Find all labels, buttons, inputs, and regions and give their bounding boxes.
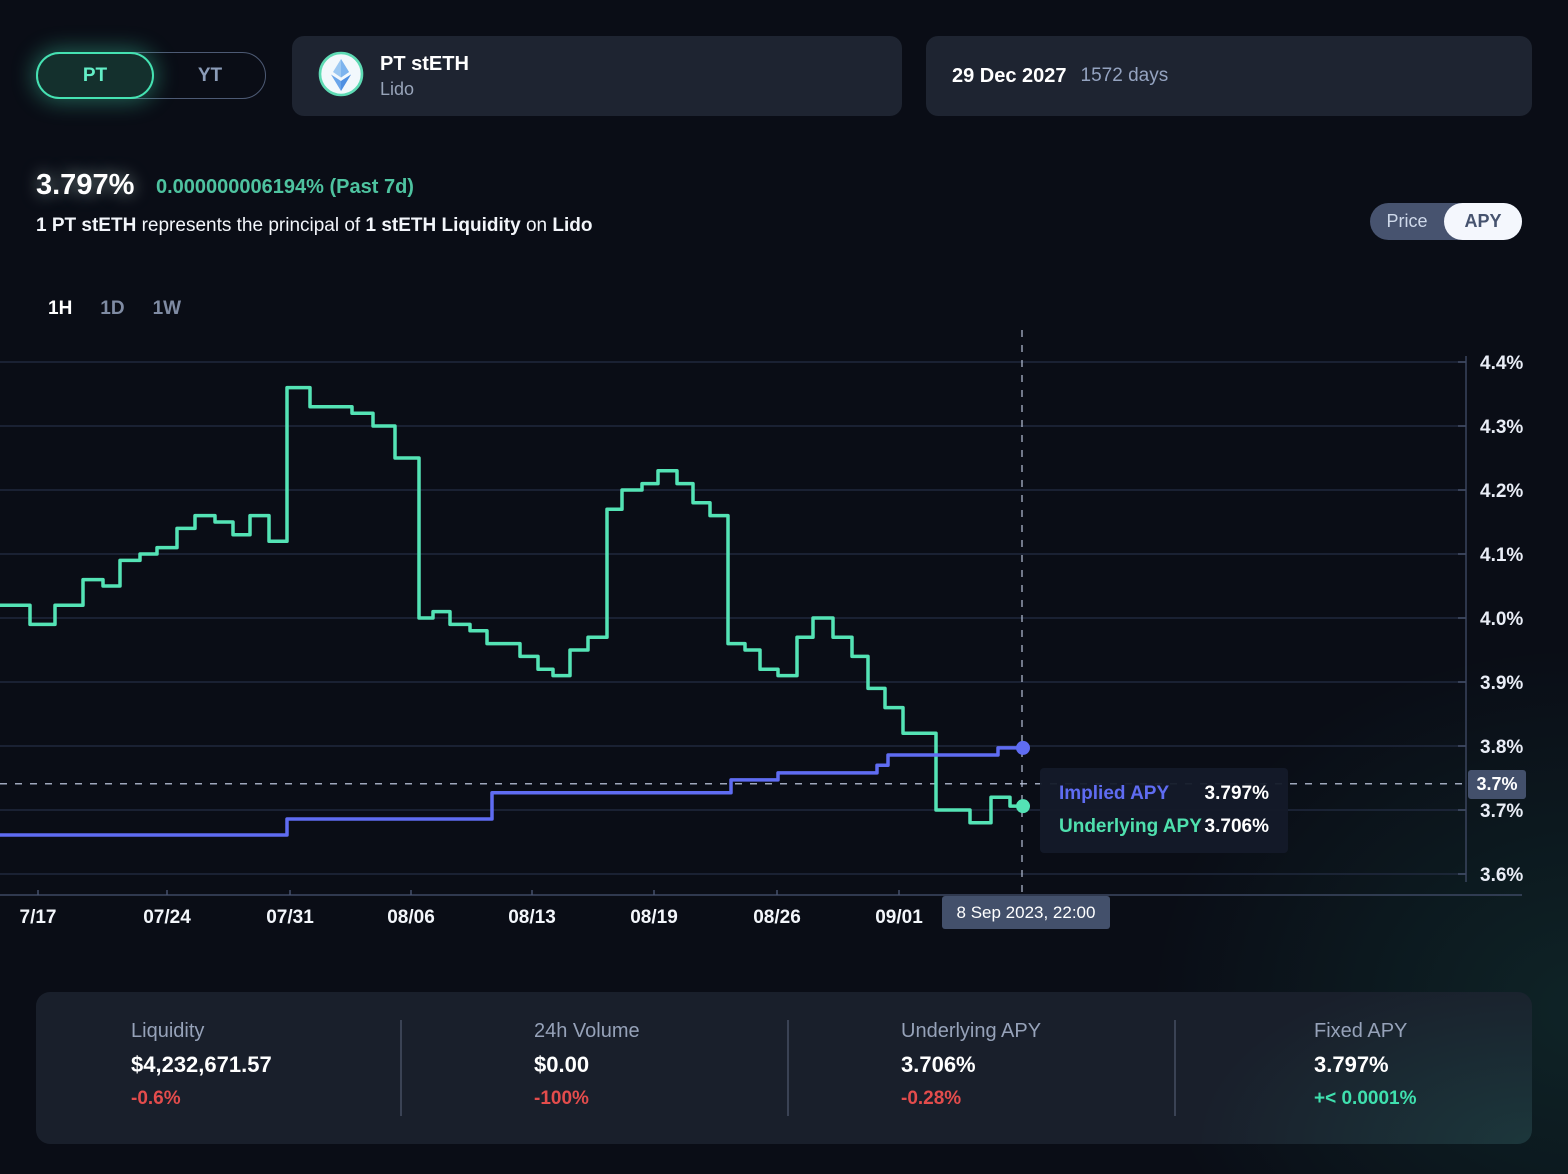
svg-text:08/13: 08/13 [508,907,556,928]
token-name: PT stETH [380,53,469,76]
tooltip-underlying-value: 3.706% [1205,816,1269,838]
stat-delta: +< 0.0001% [1314,1088,1416,1110]
svg-text:07/24: 07/24 [143,907,191,928]
tooltip-implied-label: Implied APY [1059,783,1169,805]
maturity-date: 29 Dec 2027 [952,65,1067,88]
stat-label: 24h Volume [534,1020,640,1043]
stat-underlying-apy: Underlying APY 3.706% -0.28% [901,1020,1041,1110]
tooltip-row-implied: Implied APY 3.797% [1059,783,1269,805]
maturity-selector-card[interactable]: 29 Dec 2027 1572 days [926,36,1532,116]
token-selector-card[interactable]: PT stETH Lido [292,36,902,116]
svg-text:07/31: 07/31 [266,907,314,928]
tab-1d[interactable]: 1D [100,298,124,320]
svg-text:4.0%: 4.0% [1480,609,1523,630]
market-stats-bar: Liquidity $4,232,671.57 -0.6% 24h Volume… [36,992,1532,1144]
stat-delta: -0.28% [901,1088,1041,1110]
token-texts: PT stETH Lido [380,53,469,100]
svg-text:7/17: 7/17 [20,907,57,928]
tab-1w[interactable]: 1W [153,298,182,320]
stat-delta: -100% [534,1088,640,1110]
svg-text:08/26: 08/26 [753,907,801,928]
chart-tooltip: Implied APY 3.797% Underlying APY 3.706% [1040,768,1288,853]
pt-yt-toggle: PT YT [36,52,266,99]
page: PT YT PT stETH Lido 29 Dec 2027 1572 day… [0,0,1568,1174]
divider [787,1020,789,1116]
stat-value: $0.00 [534,1052,640,1078]
tab-1h[interactable]: 1H [48,298,72,320]
svg-text:09/01: 09/01 [875,907,923,928]
svg-text:3.8%: 3.8% [1480,737,1523,758]
svg-text:3.9%: 3.9% [1480,673,1523,694]
apy-change-7d: 0.000000006194% (Past 7d) [156,176,414,199]
market-description: 1 PT stETH represents the principal of 1… [36,215,593,237]
crosshair-x-label: 8 Sep 2023, 22:00 [942,896,1110,929]
apy-chart[interactable]: 4.4% 4.3% 4.2% 4.1% 4.0% 3.9% 3.8% 3.7% 3.6% 7/17… [0,330,1568,940]
maturity-days: 1572 days [1081,65,1169,87]
stat-value: $4,232,671.57 [131,1052,272,1078]
svg-text:4.3%: 4.3% [1480,417,1523,438]
svg-text:08/06: 08/06 [387,907,435,928]
stat-24h-volume: 24h Volume $0.00 -100% [534,1020,640,1110]
stat-label: Liquidity [131,1020,272,1043]
stat-delta: -0.6% [131,1088,272,1110]
price-apy-toggle: Price APY [1370,203,1522,240]
pt-tab[interactable]: PT [36,52,154,99]
crosshair-y-label: 3.7% [1468,770,1526,799]
svg-text:4.4%: 4.4% [1480,353,1523,374]
stat-value: 3.706% [901,1052,1041,1078]
steth-token-icon [318,51,364,102]
divider [400,1020,402,1116]
svg-text:3.7%: 3.7% [1480,801,1523,822]
stat-label: Underlying APY [901,1020,1041,1043]
yt-tab[interactable]: YT [154,52,266,99]
svg-text:4.2%: 4.2% [1480,481,1523,502]
tooltip-row-underlying: Underlying APY 3.706% [1059,816,1269,838]
apy-toggle-option[interactable]: APY [1444,203,1522,240]
svg-text:4.1%: 4.1% [1480,545,1523,566]
stat-liquidity: Liquidity $4,232,671.57 -0.6% [131,1020,272,1110]
svg-text:08/19: 08/19 [630,907,678,928]
stat-label: Fixed APY [1314,1020,1416,1043]
timeframe-tabs: 1H 1D 1W [48,298,181,320]
chart-canvas[interactable]: 4.4% 4.3% 4.2% 4.1% 4.0% 3.9% 3.8% 3.7% 3.6% 7/17… [0,330,1568,940]
token-protocol: Lido [380,79,469,100]
headline-apy: 3.797% [36,169,134,202]
stat-value: 3.797% [1314,1052,1416,1078]
stat-fixed-apy: Fixed APY 3.797% +< 0.0001% [1314,1020,1416,1110]
svg-text:3.6%: 3.6% [1480,865,1523,886]
tooltip-underlying-label: Underlying APY [1059,816,1202,838]
price-toggle-option[interactable]: Price [1370,211,1444,232]
divider [1174,1020,1176,1116]
tooltip-implied-value: 3.797% [1205,783,1269,805]
